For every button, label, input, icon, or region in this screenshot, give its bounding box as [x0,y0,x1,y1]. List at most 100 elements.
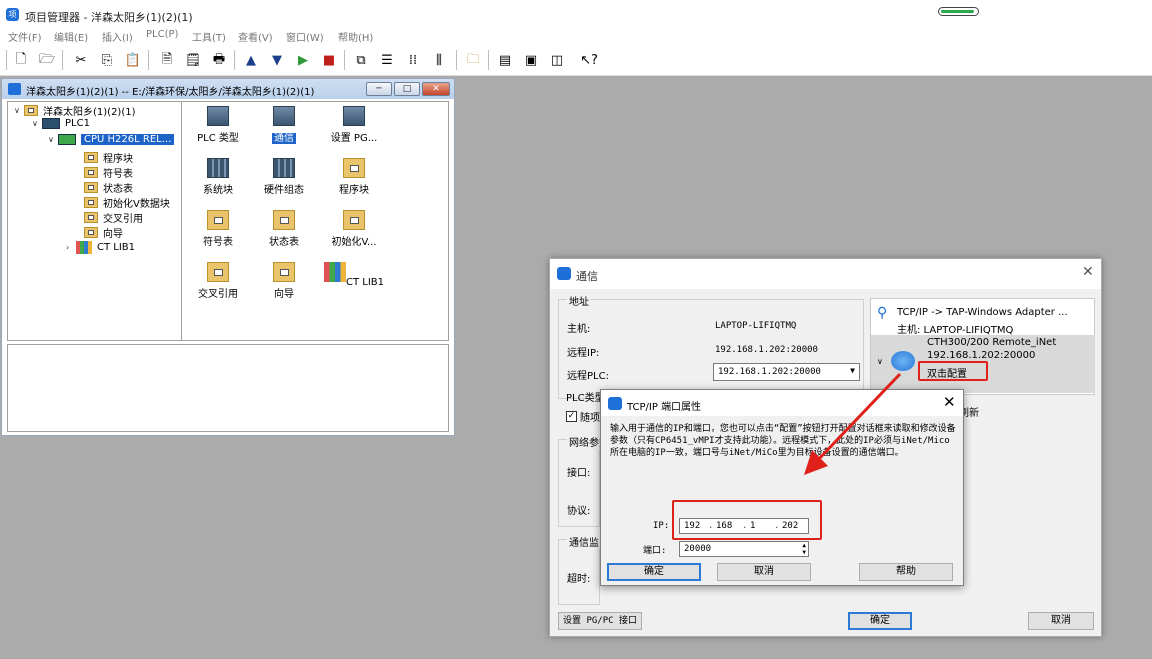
app-title: 项目管理器 - 洋森太阳乡(1)(2)(1) [25,11,193,24]
chevron-down-icon[interactable]: ∨ [48,135,58,144]
toolbar-separator [488,50,489,70]
menu-window[interactable]: 窗口(W) [286,29,324,44]
tree-item-symbol-table[interactable]: 符号表 [84,165,133,180]
tree-root[interactable]: ∨ 洋森太阳乡(1)(2)(1) [14,103,136,118]
menu-file[interactable]: 文件(F) [8,29,42,44]
upload-icon[interactable]: ▲ [242,52,260,69]
communication-dialog-title-bar: 通信 ✕ [550,259,1101,289]
init-v-icon [343,210,365,230]
icon-item-symbol-table[interactable]: 符号表 [184,210,252,248]
icon-item-cross-reference[interactable]: 交叉引用 [184,262,252,300]
icon-item-label: 交叉引用 [198,289,238,300]
port-label: 端口: [643,546,667,556]
project-window-title-bar: 洋森太阳乡(1)(2)(1) -- E:/洋森环保/太阳乡/洋森太阳乡(1)(2… [2,79,454,99]
checkbox-check-icon[interactable]: ✓ [566,411,577,422]
follow-project-checkbox[interactable]: ✓ 随项 [566,409,600,424]
tree-plc-label: PLC1 [65,118,90,129]
tree-plc[interactable]: ∨ PLC1 [32,118,90,129]
cancel-button[interactable]: 取消 [1028,612,1094,630]
icon-item-wizard[interactable]: 向导 [250,262,318,300]
tree-lib[interactable]: › CT LIB1 [66,241,135,254]
tree-item-init-v-block[interactable]: 初始化V数据块 [84,195,170,210]
communication-dialog-title: 通信 [576,270,598,283]
output-pane [7,344,449,432]
icon-item-system-block[interactable]: 系统块 [184,158,252,196]
icon-item-label: CT LIB1 [345,277,384,288]
icon-item-set-pgpc[interactable]: 设置 PG... [320,106,388,144]
minimize-button[interactable]: ─ [366,82,392,96]
tcpip-dialog: TCP/IP 端口属性 ✕ 输入用于通信的IP和端口，您也可以点击“配置”按钮打… [600,389,964,586]
menu-tools[interactable]: 工具(T) [192,29,226,44]
cut-icon[interactable]: ✂ [72,52,90,69]
window-icon[interactable]: ▤ [496,52,514,69]
chevron-right-icon[interactable]: › [66,243,76,252]
tree-item-cross-reference[interactable]: 交叉引用 [84,210,143,225]
tree-item-label: 向导 [103,229,123,240]
remote-plc-select[interactable]: 192.168.1.202:20000 ▼ [713,363,860,381]
port-value: 20000 [684,544,712,554]
close-icon[interactable]: ✕ [943,393,956,411]
properties-icon[interactable]: 🗒 [184,52,202,69]
maximize-button[interactable]: □ [394,82,420,96]
print-icon[interactable]: 🖶 [210,52,228,69]
columns-icon[interactable]: ⫼ [430,52,448,69]
chevron-down-icon[interactable]: ∨ [877,357,883,366]
icon-item-communication[interactable]: 通信 [250,106,318,144]
chevron-down-icon[interactable]: ∨ [14,106,24,115]
copy-icon[interactable]: ⎘ [98,52,116,69]
new-icon[interactable]: 🗋 [12,52,30,69]
icon-item-hardware-config[interactable]: 硬件组态 [250,158,318,196]
tree-item-status-table[interactable]: 状态表 [84,180,133,195]
chevron-down-icon[interactable]: ∨ [32,119,42,128]
port-input[interactable]: 20000 ▲ ▼ [679,541,809,557]
communication-icon [273,106,295,126]
menu-insert[interactable]: 插入(I) [102,29,133,44]
menu-edit[interactable]: 编辑(E) [54,29,88,44]
paste-icon[interactable]: 📋 [124,52,142,69]
help-icon[interactable]: ↖? [580,52,598,69]
menu-plc[interactable]: PLC(P) [146,29,178,40]
network-icon: ⚲ [877,305,888,321]
remote-ip-label: 远程IP: [567,348,600,359]
program-block-icon [343,158,365,178]
remote-plc-select-value: 192.168.1.202:20000 [718,367,821,377]
icon-item-ct-lib[interactable]: CT LIB1 [320,262,388,288]
window-handle-icon[interactable] [938,7,979,16]
download-icon[interactable]: ▼ [268,52,286,69]
menu-view[interactable]: 查看(V) [238,29,273,44]
close-icon[interactable]: ✕ [1082,264,1094,280]
remote-plc-label: 远程PLC: [567,371,609,382]
icon-item-plc-type[interactable]: PLC 类型 [184,106,252,144]
set-pgpc-button[interactable]: 设置 PG/PC 接口 [558,612,642,630]
compare-icon[interactable]: ⧉ [352,52,370,69]
list-icon[interactable]: ☰ [378,52,396,69]
folder-up-icon[interactable]: 🗀 [464,52,482,69]
device-icon [891,351,915,371]
icon-item-init-v[interactable]: 初始化V... [320,210,388,248]
project-tree: ∨ 洋森太阳乡(1)(2)(1) ∨ PLC1 ∨ CPU H226L REL.… [7,101,182,341]
tcp-ok-button[interactable]: 确定 [607,563,701,581]
split-icon[interactable]: ▣ [522,52,540,69]
ok-button[interactable]: 确定 [848,612,912,630]
stop-icon[interactable]: ■ [320,52,338,69]
icon-item-label: PLC 类型 [197,133,239,144]
grid-icon[interactable]: ⁞⁞ [404,52,422,69]
open-icon[interactable]: 🗁 [38,52,56,69]
tcp-cancel-button[interactable]: 取消 [717,563,811,581]
icon-item-status-table[interactable]: 状态表 [250,210,318,248]
tree-item-program-block[interactable]: 程序块 [84,150,133,165]
icon-item-program-block[interactable]: 程序块 [320,158,388,196]
print-preview-icon[interactable]: 🗎 [158,52,176,69]
status-table-icon [273,210,295,230]
tree-cpu[interactable]: ∨ CPU H226L REL... [48,134,175,145]
tcp-help-button[interactable]: 帮助 [859,563,953,581]
close-button[interactable]: ✕ [422,82,450,96]
spinner-icon[interactable]: ▲ ▼ [802,542,806,556]
toolbar-grip [6,50,7,70]
menu-help[interactable]: 帮助(H) [338,29,373,44]
device-name: CTH300/200 Remote_iNet [927,337,1057,348]
panel-icon[interactable]: ◫ [548,52,566,69]
tree-item-wizard[interactable]: 向导 [84,225,123,240]
tcpip-description: 输入用于通信的IP和端口，您也可以点击“配置”按钮打开配置对话框来读取和修改设备… [610,424,956,458]
run-icon[interactable]: ▶ [294,52,312,69]
